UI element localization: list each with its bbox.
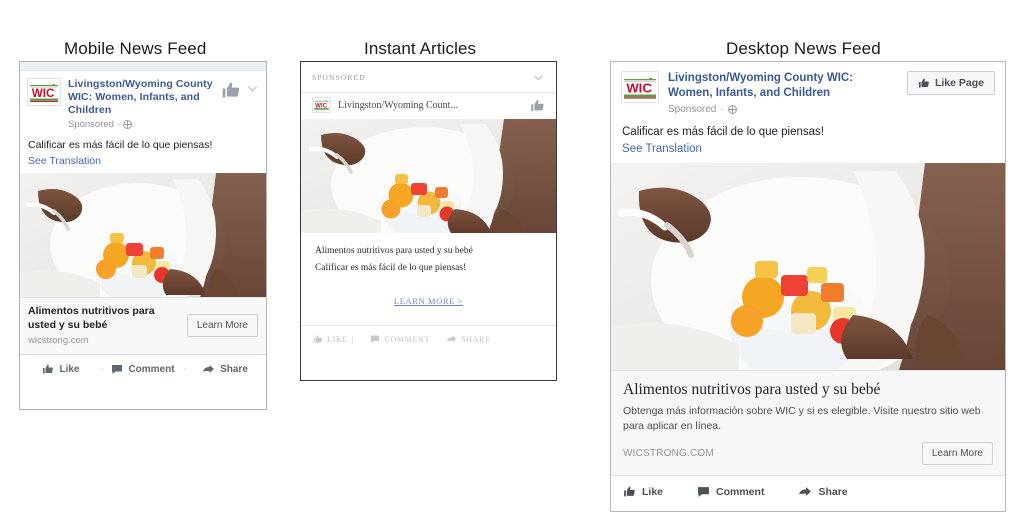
- share-icon: [203, 365, 215, 373]
- like-page-label: Like Page: [934, 77, 984, 89]
- ad-photo[interactable]: [611, 163, 1005, 370]
- desktop-cta-block[interactable]: Alimentos nutritivos para usted y su beb…: [611, 370, 1005, 476]
- comment-label: Comment: [716, 485, 765, 498]
- share-icon: [447, 335, 457, 343]
- panel-title-instant-articles: Instant Articles: [364, 39, 477, 58]
- instant-articles-preview: SPONSORED WIC Livingston/Wyoming Count..…: [300, 61, 557, 381]
- comment-label: COMMENT: [384, 334, 431, 344]
- page-avatar[interactable]: WIC: [312, 97, 331, 113]
- share-icon: [799, 487, 812, 496]
- share-label: Share: [818, 485, 848, 498]
- comment-button[interactable]: COMMENT: [370, 334, 430, 344]
- like-label: Like: [59, 363, 80, 375]
- mobile-chrome-strip: [20, 62, 266, 71]
- comment-icon: [112, 365, 123, 374]
- page-name[interactable]: Livingston/Wyoming Count...: [338, 100, 458, 111]
- mobile-header-icons: [221, 78, 259, 130]
- wic-logo-icon: WIC: [28, 79, 60, 105]
- comment-icon: [371, 335, 380, 344]
- mobile-news-feed-preview: WIC Livingston/Wyoming County WIC: Women…: [19, 61, 267, 410]
- share-button[interactable]: Share: [798, 485, 848, 498]
- panel-title-mobile: Mobile News Feed: [64, 39, 207, 58]
- see-translation-link[interactable]: See Translation: [611, 138, 1005, 163]
- thumbs-up-icon[interactable]: [530, 98, 545, 113]
- like-button[interactable]: LIKE |: [313, 334, 354, 344]
- dot-separator: ·: [116, 119, 121, 130]
- page-name[interactable]: Livingston/Wyoming County WIC: Women, In…: [668, 71, 899, 101]
- desktop-action-bar: Like Comment Share: [611, 476, 1005, 507]
- mobile-cta-block[interactable]: Alimentos nutritivos para usted y su beb…: [20, 297, 266, 355]
- mobile-action-bar: Like Comment Share: [20, 355, 266, 383]
- ia-sponsored-row: SPONSORED: [301, 62, 556, 92]
- page-avatar[interactable]: WIC: [621, 71, 659, 103]
- globe-icon: [123, 120, 133, 129]
- share-button[interactable]: SHARE: [446, 334, 491, 344]
- sponsored-row: Sponsored ·: [668, 104, 899, 115]
- ia-learn-more-wrap: LEARN MORE >: [301, 277, 556, 325]
- dot-separator: ·: [720, 104, 724, 115]
- wic-logo-icon: WIC: [622, 72, 658, 102]
- cta-url: wicstrong.com: [28, 335, 89, 346]
- ia-action-bar: LIKE | COMMENT SHARE: [301, 325, 556, 353]
- comment-button[interactable]: Comment: [697, 485, 764, 498]
- cta-description: Obtenga más información sobre WIC y si e…: [623, 405, 981, 432]
- share-label: SHARE: [461, 334, 491, 344]
- sponsored-label: Sponsored: [68, 119, 114, 130]
- comment-label: Comment: [128, 363, 175, 375]
- action-separator: |: [352, 334, 355, 344]
- like-page-button[interactable]: Like Page: [906, 71, 995, 95]
- wic-logo-icon: WIC: [313, 98, 330, 112]
- thumbs-up-icon: [918, 78, 929, 88]
- thumbs-up-icon: [43, 364, 54, 374]
- ad-preview-board: Mobile News Feed Instant Articles Deskto…: [0, 0, 1024, 514]
- share-label: Share: [220, 363, 248, 375]
- learn-more-button[interactable]: Learn More: [921, 442, 993, 465]
- page-avatar[interactable]: WIC: [27, 78, 61, 106]
- cta-title: Alimentos nutritivos para usted y su beb…: [623, 381, 881, 398]
- like-label: LIKE: [327, 334, 349, 344]
- sponsored-row: Sponsored ·: [68, 119, 221, 130]
- ad-photo[interactable]: [301, 119, 556, 233]
- like-label: Like: [642, 485, 664, 498]
- cta-url: WICSTRONG.COM: [623, 448, 714, 459]
- globe-icon: [727, 105, 737, 114]
- learn-more-button[interactable]: Learn More: [186, 314, 258, 337]
- thumbs-up-icon: [313, 335, 323, 343]
- thumbs-up-icon[interactable]: [221, 80, 241, 100]
- post-text: Calificar es más fácil de lo que piensas…: [28, 139, 213, 151]
- panel-title-desktop: Desktop News Feed: [726, 39, 881, 58]
- cta-title: Alimentos nutritivos para usted y su beb…: [28, 305, 155, 331]
- sponsored-label: Sponsored: [668, 104, 717, 115]
- ia-sponsored-label: SPONSORED: [312, 73, 366, 82]
- ad-photo[interactable]: [20, 173, 266, 297]
- post-text: Calificar es más fácil de lo que piensas…: [622, 126, 824, 138]
- comment-button[interactable]: Comment: [102, 363, 184, 375]
- ia-page-row: WIC Livingston/Wyoming Count...: [301, 92, 556, 119]
- see-translation-link[interactable]: See Translation: [20, 152, 266, 173]
- chevron-down-icon[interactable]: [246, 82, 259, 95]
- ia-headline: Alimentos nutritivos para usted y su beb…: [315, 246, 473, 256]
- chevron-down-icon[interactable]: [532, 71, 545, 84]
- comment-icon: [698, 487, 709, 497]
- ia-subline: Calificar es más fácil de lo que piensas…: [315, 263, 467, 273]
- like-button[interactable]: Like: [20, 363, 102, 375]
- learn-more-link[interactable]: LEARN MORE >: [394, 296, 463, 306]
- desktop-post-header: WIC Livingston/Wyoming County WIC: Women…: [611, 62, 1005, 119]
- thumbs-up-icon: [624, 486, 635, 497]
- ia-text-block: Alimentos nutritivos para usted y su beb…: [301, 233, 556, 277]
- share-button[interactable]: Share: [184, 363, 266, 375]
- svg-text:WIC: WIC: [32, 87, 55, 100]
- svg-text:WIC: WIC: [626, 81, 652, 96]
- desktop-news-feed-preview: WIC Livingston/Wyoming County WIC: Women…: [610, 61, 1006, 512]
- page-name[interactable]: Livingston/Wyoming County WIC: Women, In…: [68, 78, 221, 117]
- mobile-post-header: WIC Livingston/Wyoming County WIC: Women…: [20, 71, 266, 133]
- like-button[interactable]: Like: [623, 485, 663, 498]
